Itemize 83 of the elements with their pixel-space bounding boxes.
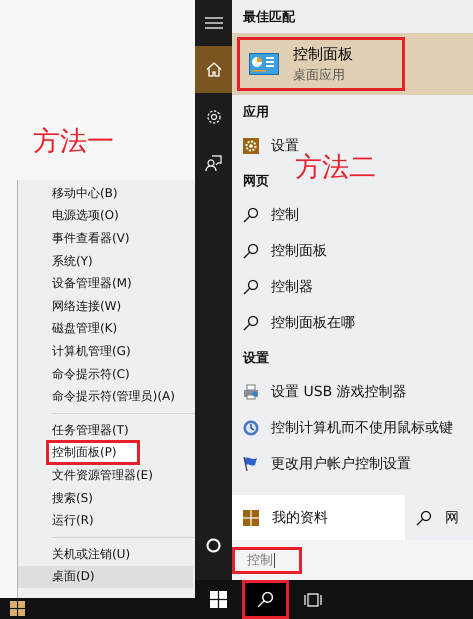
search-result[interactable]: 控制面板在哪 xyxy=(232,305,473,341)
menu-item[interactable]: 搜索(S) xyxy=(18,486,195,510)
menu-item[interactable]: 网络连接(W) xyxy=(18,294,195,318)
search-result[interactable]: 控制 xyxy=(232,197,473,233)
section-header: 网页 xyxy=(242,172,269,190)
search-icon xyxy=(243,279,259,295)
best-match-result[interactable]: 控制面板 桌面应用 xyxy=(232,33,473,95)
menu-item-label: 移动中心(B) xyxy=(51,184,119,202)
menu-item-label: 文件资源管理器(E) xyxy=(51,466,154,484)
menu-item[interactable]: 文件资源管理器(E) xyxy=(18,464,195,487)
result-title: 控制器 xyxy=(271,278,313,296)
annotation-text: 方法一 xyxy=(33,126,114,158)
menu-item[interactable]: 移动中心(B) xyxy=(18,182,195,205)
menu-item-label: 网络连接(W) xyxy=(51,298,122,315)
result-title: 控制面板 xyxy=(293,44,353,64)
search-icon xyxy=(416,510,432,526)
menu-item-label: 电源选项(O) xyxy=(51,207,120,224)
menu-item-label: 运行(R) xyxy=(51,512,95,530)
taskbar-button[interactable] xyxy=(242,580,289,619)
home-icon xyxy=(206,62,222,77)
menu-item-label: 计算机管理(G) xyxy=(51,342,132,360)
menu-item-label: 设备管理器(M) xyxy=(51,275,133,292)
settings-icon xyxy=(243,138,259,154)
menu-item[interactable]: 命令提示符(管理员)(A) xyxy=(18,385,195,408)
bottom-tab[interactable]: 我的资料 xyxy=(232,495,405,540)
search-icon xyxy=(243,243,259,259)
menu-item[interactable]: 关机或注销(U) xyxy=(18,542,195,566)
section-header: 应用 xyxy=(242,104,269,122)
tab-label: 我的资料 xyxy=(272,508,328,526)
menu-item-label: 事件查看器(V) xyxy=(51,230,131,247)
section-header: 最佳匹配 xyxy=(242,8,295,26)
section-header: 设置 xyxy=(242,350,269,368)
task-view-icon xyxy=(304,592,322,606)
search-field[interactable]: 控制 xyxy=(232,546,302,574)
menu-item-label: 关机或注销(U) xyxy=(51,546,132,563)
flag-icon xyxy=(243,456,259,472)
menu-item[interactable]: 控制面板(P) xyxy=(18,442,195,464)
start-icon xyxy=(210,591,227,608)
menu-item-label: 桌面(D) xyxy=(51,568,96,586)
start-icon xyxy=(10,601,25,616)
menu-item-label: 任务管理器(T) xyxy=(51,422,130,439)
search-icon xyxy=(243,207,259,223)
search-result[interactable]: 控制面板 xyxy=(232,233,473,269)
menu-item[interactable]: 计算机管理(G) xyxy=(18,340,195,363)
search-icon xyxy=(257,591,274,608)
menu-item-label: 磁盘管理(K) xyxy=(51,320,118,338)
menu-item[interactable]: 事件查看器(V) xyxy=(18,227,195,250)
menu-item-label: 系统(Y) xyxy=(51,252,94,270)
menu-item-label: 搜索(S) xyxy=(51,490,94,507)
search-result[interactable]: 控制器 xyxy=(232,269,473,305)
printer-icon xyxy=(243,384,259,400)
search-icon xyxy=(243,315,259,331)
menu-item-label: 命令提示符(管理员)(A) xyxy=(51,388,176,406)
menu-item[interactable]: 磁盘管理(K) xyxy=(18,318,195,340)
menu-item-label: 命令提示符(C) xyxy=(51,366,131,383)
settings-icon xyxy=(206,108,222,124)
annotation-text: 方法二 xyxy=(295,152,376,184)
menu-item[interactable]: 运行(R) xyxy=(18,509,195,532)
result-title: 控制计算机而不使用鼠标或键 xyxy=(271,419,453,437)
menu-item[interactable]: 设备管理器(M) xyxy=(18,272,195,295)
menu-item[interactable]: 系统(Y) xyxy=(18,250,195,272)
menu-icon xyxy=(204,17,222,29)
result-title: 设置 USB 游戏控制器 xyxy=(271,383,407,401)
accessibility-icon xyxy=(243,420,259,436)
result-title: 控制 xyxy=(271,206,299,224)
menu-item[interactable]: 电源选项(O) xyxy=(18,204,195,228)
result-title: 控制面板在哪 xyxy=(271,314,355,332)
highlighted-menu-label: 控制面板(P) xyxy=(49,443,137,462)
result-title: 更改用户帐户控制设置 xyxy=(271,455,411,473)
menu-item[interactable]: 命令提示符(C) xyxy=(18,362,195,386)
search-result[interactable]: 更改用户帐户控制设置 xyxy=(232,446,473,482)
sidebar-button[interactable] xyxy=(195,46,232,93)
menu-item[interactable]: 桌面(D) xyxy=(18,566,193,588)
feedback-icon xyxy=(205,155,222,172)
control-panel-icon xyxy=(249,53,279,75)
windows-logo-icon xyxy=(243,510,259,526)
search-result[interactable]: 控制计算机而不使用鼠标或键 xyxy=(232,410,473,446)
menu-item[interactable]: 任务管理器(T) xyxy=(18,418,195,442)
result-subtitle: 桌面应用 xyxy=(293,66,346,84)
search-result[interactable]: 设置 USB 游戏控制器 xyxy=(232,374,473,410)
result-title: 控制面板 xyxy=(271,242,327,260)
result-title: 设置 xyxy=(271,137,299,154)
tab-label: 网 xyxy=(445,508,459,526)
